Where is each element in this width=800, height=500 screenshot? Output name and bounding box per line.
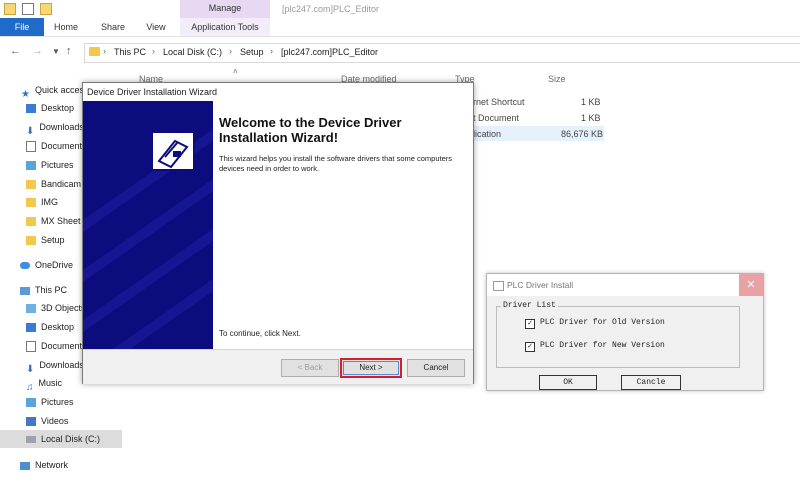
tab-share[interactable]: Share bbox=[94, 18, 132, 36]
ok-button[interactable]: OK bbox=[539, 375, 597, 390]
device-driver-wizard-dialog: Device Driver Installation Wizard Welcom… bbox=[82, 82, 474, 384]
old-version-checkbox[interactable]: ✓ PLC Driver for Old Version bbox=[525, 318, 665, 329]
nav-item-documents-pc[interactable]: Documents bbox=[26, 338, 87, 355]
chevron-right-icon: › bbox=[103, 46, 106, 56]
download-icon: ⬇ bbox=[26, 126, 35, 138]
nav-item-desktop-pc[interactable]: Desktop bbox=[26, 319, 74, 336]
driver-list-group bbox=[496, 306, 740, 368]
plc-driver-install-dialog: PLC Driver Install ✕ Driver List ✓ PLC Dr… bbox=[486, 273, 764, 391]
nav-item-this-pc[interactable]: This PC bbox=[20, 282, 67, 299]
nav-item-downloads-pc[interactable]: ⬇ Downloads bbox=[26, 357, 84, 376]
computer-icon bbox=[20, 286, 30, 295]
column-header-size[interactable]: Size bbox=[548, 74, 566, 84]
nav-item-music[interactable]: ♫ Music bbox=[26, 375, 62, 394]
banner-stripe bbox=[83, 257, 213, 349]
file-type-cell[interactable]: t Document bbox=[473, 113, 519, 123]
back-arrow-icon[interactable]: ← bbox=[10, 45, 21, 57]
breadcrumb-this-pc[interactable]: This PC bbox=[114, 47, 146, 57]
wizard-description: This wizard helps you install the softwa… bbox=[219, 154, 453, 173]
wizard-continue-hint: To continue, click Next. bbox=[219, 329, 301, 338]
breadcrumb-setup[interactable]: Setup bbox=[240, 47, 264, 57]
document-icon bbox=[26, 141, 36, 153]
folder-icon bbox=[26, 198, 36, 208]
forward-arrow-icon[interactable]: → bbox=[32, 45, 43, 57]
nav-item-pictures-pc[interactable]: Pictures bbox=[26, 394, 74, 411]
chevron-right-icon: › bbox=[152, 46, 155, 56]
nav-item-documents[interactable]: Documents bbox=[26, 138, 87, 155]
video-icon bbox=[26, 417, 36, 427]
file-size-cell: 1 KB bbox=[581, 113, 601, 123]
nav-item-local-disk[interactable]: Local Disk (C:) bbox=[26, 431, 100, 448]
up-arrow-icon[interactable]: ↑ bbox=[66, 45, 72, 57]
nav-item-3d-objects[interactable]: 3D Objects bbox=[26, 300, 86, 317]
desktop-icon bbox=[26, 104, 36, 114]
sort-up-icon: ˄ bbox=[233, 67, 238, 76]
wizard-heading: Welcome to the Device Driver Installatio… bbox=[219, 115, 402, 145]
breadcrumb-local-disk[interactable]: Local Disk (C:) bbox=[163, 47, 222, 57]
music-icon: ♫ bbox=[26, 382, 34, 394]
wizard-title: Device Driver Installation Wizard bbox=[87, 87, 218, 97]
cancel-button[interactable]: Cancel bbox=[407, 359, 465, 377]
folder-icon bbox=[26, 236, 36, 246]
close-icon[interactable]: ✕ bbox=[739, 274, 763, 296]
pictures-icon bbox=[26, 161, 36, 171]
folder-icon bbox=[89, 47, 100, 56]
nav-item-mx-sheet[interactable]: MX Sheet bbox=[26, 213, 81, 230]
network-icon bbox=[20, 461, 30, 470]
chevron-right-icon: › bbox=[270, 46, 273, 56]
nav-item-bandicam[interactable]: Bandicam bbox=[26, 176, 81, 193]
tab-view[interactable]: View bbox=[140, 18, 172, 36]
properties-icon[interactable] bbox=[22, 3, 34, 15]
title-bar bbox=[0, 0, 800, 18]
cancel-button[interactable]: Cancle bbox=[621, 375, 681, 390]
checkmark-icon: ✓ bbox=[525, 342, 535, 352]
wizard-button-bar: < Back Next > Cancel bbox=[83, 349, 473, 384]
folder-icon[interactable] bbox=[4, 3, 16, 15]
file-size-cell: 86,676 KB bbox=[561, 129, 604, 139]
manage-contextual-tab[interactable]: Manage bbox=[180, 0, 270, 18]
disk-drive-icon bbox=[26, 436, 36, 444]
breadcrumb-plc-editor[interactable]: [plc247.com]PLC_Editor bbox=[281, 47, 378, 57]
plc-dialog-title: PLC Driver Install bbox=[507, 280, 574, 290]
desktop-icon bbox=[26, 323, 36, 333]
folder-icon bbox=[26, 180, 36, 190]
wizard-side-banner bbox=[83, 101, 213, 349]
chevron-right-icon: › bbox=[229, 46, 232, 56]
file-type-cell[interactable]: lication bbox=[473, 129, 501, 139]
hardware-install-icon bbox=[151, 131, 195, 171]
cube-icon bbox=[26, 304, 36, 314]
cloud-icon bbox=[20, 262, 30, 270]
checkmark-icon: ✓ bbox=[525, 319, 535, 329]
new-version-checkbox[interactable]: ✓ PLC Driver for New Version bbox=[525, 341, 665, 352]
document-icon bbox=[26, 341, 36, 353]
nav-item-desktop[interactable]: Desktop bbox=[26, 100, 74, 117]
tab-application-tools[interactable]: Application Tools bbox=[180, 18, 270, 36]
quick-access-toolbar bbox=[4, 3, 52, 15]
driver-list-label: Driver List bbox=[501, 301, 558, 310]
back-button[interactable]: < Back bbox=[281, 359, 339, 377]
file-size-cell: 1 KB bbox=[581, 97, 601, 107]
nav-item-pictures[interactable]: Pictures bbox=[26, 157, 74, 174]
download-icon: ⬇ bbox=[26, 364, 35, 376]
pictures-icon bbox=[26, 398, 36, 408]
folder-icon bbox=[26, 217, 36, 227]
nav-item-quick-access[interactable]: ★ Quick access bbox=[21, 82, 89, 101]
tab-home[interactable]: Home bbox=[48, 18, 84, 36]
window-title: [plc247.com]PLC_Editor bbox=[282, 4, 380, 14]
nav-item-downloads[interactable]: ⬇ Downloads bbox=[26, 119, 84, 138]
window-icon bbox=[493, 281, 504, 291]
nav-item-videos[interactable]: Videos bbox=[26, 413, 68, 430]
recent-locations-icon[interactable]: ▼ bbox=[52, 47, 60, 56]
nav-item-network[interactable]: Network bbox=[20, 457, 68, 474]
star-icon: ★ bbox=[21, 89, 30, 101]
nav-item-onedrive[interactable]: OneDrive bbox=[20, 257, 73, 274]
nav-item-setup[interactable]: Setup bbox=[26, 232, 65, 249]
next-button[interactable]: Next > bbox=[340, 358, 402, 378]
tab-file[interactable]: File bbox=[0, 18, 44, 36]
new-folder-icon[interactable] bbox=[40, 3, 52, 15]
nav-item-img[interactable]: IMG bbox=[26, 194, 58, 211]
file-type-cell[interactable]: rnet Shortcut bbox=[473, 97, 525, 107]
